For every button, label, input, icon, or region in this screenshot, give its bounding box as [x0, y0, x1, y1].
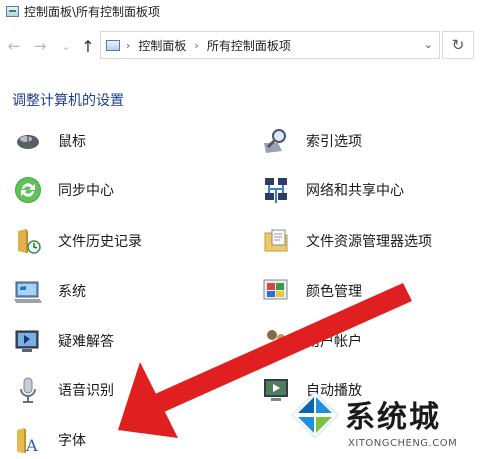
up-button[interactable]: ↑	[80, 36, 96, 56]
system-icon	[14, 277, 42, 305]
indexing-icon	[262, 127, 290, 155]
troubleshooting-icon	[14, 327, 42, 355]
item-indexing-options[interactable]: 索引选项	[262, 126, 362, 156]
item-user-accounts[interactable]: 用户帐户	[262, 326, 362, 356]
forward-button[interactable]: →	[32, 36, 48, 56]
item-label: 文件资源管理器选项	[306, 234, 432, 250]
item-label: 疑难解答	[58, 334, 114, 350]
title-bar: 控制面板\所有控制面板项	[0, 0, 481, 22]
item-label: 颜色管理	[306, 284, 362, 300]
breadcrumb-control-panel[interactable]: 控制面板	[138, 37, 186, 54]
item-label: 系统	[58, 284, 86, 300]
folder-options-icon	[262, 227, 290, 255]
item-speech-recognition[interactable]: 语音识别	[14, 375, 114, 405]
breadcrumb-separator[interactable]: ›	[194, 39, 198, 52]
item-label: 字体	[58, 433, 86, 449]
speech-recognition-icon	[14, 376, 42, 404]
sync-center-icon	[14, 176, 42, 204]
window-title: 控制面板\所有控制面板项	[24, 4, 161, 19]
fonts-icon: A	[14, 426, 42, 454]
control-panel-icon	[106, 39, 120, 51]
network-icon	[262, 176, 290, 204]
arrow-head	[118, 362, 178, 438]
breadcrumb-all-items[interactable]: 所有控制面板项	[207, 37, 291, 54]
color-management-icon	[262, 277, 290, 305]
item-folder-options[interactable]: 文件资源管理器选项	[262, 226, 432, 256]
refresh-button[interactable]: ↻	[442, 31, 474, 59]
control-panel-icon	[6, 5, 19, 17]
recent-locations-button[interactable]: ⌄	[58, 36, 74, 56]
back-button[interactable]: ←	[6, 36, 22, 56]
watermark-url: XITONGCHENG.COM	[348, 438, 458, 449]
item-fonts[interactable]: A 字体	[14, 425, 86, 455]
item-color-management[interactable]: 颜色管理	[262, 276, 362, 306]
item-label: 用户帐户	[306, 334, 362, 350]
item-troubleshooting[interactable]: 疑难解答	[14, 326, 114, 356]
svg-text:A: A	[25, 436, 38, 454]
item-label: 鼠标	[58, 134, 86, 150]
item-sync-center[interactable]: 同步中心	[14, 175, 114, 205]
item-label: 网络和共享中心	[306, 183, 404, 199]
address-dropdown-button[interactable]: ⌄	[424, 38, 433, 51]
item-system[interactable]: 系统	[14, 276, 86, 306]
item-label: 文件历史记录	[58, 234, 142, 250]
file-history-icon	[14, 227, 42, 255]
item-label: 索引选项	[306, 134, 362, 150]
mouse-icon	[14, 127, 42, 155]
navigation-bar: ← → ⌄ ↑ › 控制面板 › 所有控制面板项 ⌄ ↻	[0, 28, 481, 64]
item-label: 语音识别	[58, 383, 114, 399]
user-accounts-icon	[262, 327, 290, 355]
watermark-brand: 系统城	[345, 400, 441, 435]
item-mouse[interactable]: 鼠标	[14, 126, 86, 156]
item-file-history[interactable]: 文件历史记录	[14, 226, 142, 256]
item-label: 同步中心	[58, 183, 114, 199]
item-network-sharing[interactable]: 网络和共享中心	[262, 175, 404, 205]
watermark: 系统城 XITONGCHENG.COM	[280, 380, 480, 458]
windows-logo-icon	[291, 391, 339, 439]
address-bar[interactable]: › 控制面板 › 所有控制面板项 ⌄	[100, 31, 440, 59]
breadcrumb-separator[interactable]: ›	[126, 39, 130, 52]
page-heading: 调整计算机的设置	[12, 93, 124, 109]
